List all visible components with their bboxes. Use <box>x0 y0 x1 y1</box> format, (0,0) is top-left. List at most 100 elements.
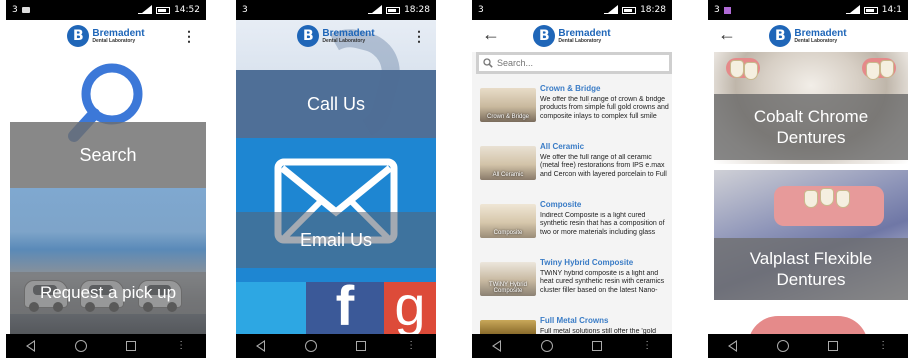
back-triangle-icon[interactable] <box>491 340 501 352</box>
screen-contact: 3 18:28 B Bremadent Dental Laboratory ⋮ C… <box>236 0 436 358</box>
product-thumbnail: All Ceramic <box>480 146 536 180</box>
search-tile[interactable]: Search <box>10 122 206 188</box>
tooth-shape <box>804 190 818 208</box>
logo-mark: B <box>769 25 792 47</box>
signal-icon <box>845 5 860 14</box>
tooth-shape <box>836 190 850 208</box>
status-time: 14:1 <box>881 5 902 15</box>
home-circle-icon[interactable] <box>776 340 789 352</box>
cobalt-label-line2: Dentures <box>776 128 846 147</box>
item-title: Composite <box>540 200 582 209</box>
logo-mark: B <box>533 25 556 47</box>
home-circle-icon[interactable] <box>304 340 317 352</box>
search-tile-label: Search <box>79 144 137 165</box>
status-bar: 3 18:28 <box>236 0 436 20</box>
app-header: B Bremadent Dental Laboratory ⋮ <box>6 20 206 52</box>
search-bar[interactable] <box>476 52 672 74</box>
app-header: B Bremadent Dental Laboratory ⋮ <box>236 20 436 52</box>
app-header: ← B Bremadent Dental Laboratory <box>708 20 908 52</box>
more-dots-icon[interactable]: ⋮ <box>878 341 888 351</box>
home-circle-icon[interactable] <box>74 340 87 352</box>
list-item[interactable]: Composite Composite Indirect Composite i… <box>472 196 672 254</box>
tooth-shape <box>744 62 758 80</box>
tooth-shape <box>866 62 880 80</box>
screen-dentures: 3 14:1 ← B Bremadent Dental Laboratory Co… <box>708 0 908 358</box>
search-input[interactable] <box>497 58 657 68</box>
logo-name: Bremadent <box>558 27 611 39</box>
item-title: Twiny Hybrid Composite <box>540 258 634 267</box>
home-circle-icon[interactable] <box>540 340 553 352</box>
signal-icon <box>368 5 383 14</box>
recent-apps-icon[interactable] <box>592 341 603 351</box>
app-header: ← B Bremadent Dental Laboratory <box>472 20 672 52</box>
list-item[interactable]: Crown & Bridge Crown & Bridge We offer t… <box>472 80 672 138</box>
recent-apps-icon[interactable] <box>828 341 839 351</box>
email-us-tile[interactable]: Email Us <box>236 212 436 268</box>
logo-name: Bremadent <box>794 27 847 39</box>
nav-bar: ⋮ <box>472 334 672 358</box>
signal-icon <box>604 5 619 14</box>
logo-mark: B <box>297 25 320 47</box>
item-description: We offer the full range of all ceramic (… <box>540 154 667 178</box>
social-row: f g <box>236 282 436 334</box>
pickup-tile-label: Request a pick up <box>39 283 177 302</box>
more-dots-icon[interactable]: ⋮ <box>176 341 186 351</box>
item-title: Crown & Bridge <box>540 84 601 93</box>
more-dots-icon[interactable]: ⋮ <box>642 341 652 351</box>
bremadent-logo: B Bremadent Dental Laboratory <box>297 25 375 47</box>
recent-apps-icon[interactable] <box>356 341 367 351</box>
logo-name: Bremadent <box>322 27 375 39</box>
valplast-label-line2: Dentures <box>776 270 846 289</box>
product-thumbnail: Crown & Bridge <box>480 88 536 122</box>
back-triangle-icon[interactable] <box>25 340 35 352</box>
item-description: Indirect Composite is a light cured synt… <box>540 212 665 236</box>
product-thumbnail: TWiNY Hybrid Composite <box>480 262 536 296</box>
image-notification-icon <box>21 7 30 13</box>
signal-icon <box>138 5 153 14</box>
search-icon <box>483 58 493 68</box>
item-description: We offer the full range of crown & bridg… <box>540 96 669 120</box>
bremadent-logo: B Bremadent Dental Laboratory <box>533 25 611 47</box>
list-item[interactable]: All Ceramic All Ceramic We offer the ful… <box>472 138 672 196</box>
pickup-tile[interactable]: Request a pick up <box>10 272 206 314</box>
valplast-tile[interactable]: Valplast Flexible Dentures <box>714 238 908 300</box>
list-item[interactable]: TWiNY Hybrid Composite Twiny Hybrid Comp… <box>472 254 672 312</box>
more-dots-icon[interactable]: ⋮ <box>406 341 416 351</box>
tooth-shape <box>730 60 744 78</box>
cobalt-chrome-tile[interactable]: Cobalt Chrome Dentures <box>714 94 908 160</box>
back-arrow-icon[interactable]: ← <box>482 24 500 45</box>
status-carrier: 3 <box>242 5 248 15</box>
nav-bar: ⋮ <box>708 334 908 358</box>
email-us-label: Email Us <box>299 229 372 250</box>
status-carrier: 3 <box>714 5 720 15</box>
item-title: Full Metal Crowns <box>540 316 609 325</box>
nav-bar: ⋮ <box>236 334 436 358</box>
more-vert-icon[interactable]: ⋮ <box>182 28 196 45</box>
battery-icon <box>386 6 401 14</box>
cobalt-label-line1: Cobalt Chrome <box>753 106 869 126</box>
screen-home: 3 14:52 B Bremadent Dental Laboratory ⋮ S… <box>6 0 206 358</box>
back-triangle-icon[interactable] <box>727 340 737 352</box>
status-bar: 3 14:1 <box>708 0 908 20</box>
item-description: TWiNY hybrid composite is a light and he… <box>540 270 665 294</box>
status-carrier: 3 <box>12 5 18 15</box>
app-notification-icon <box>723 6 731 14</box>
tooth-shape <box>880 60 894 78</box>
product-thumbnail: Composite <box>480 204 536 238</box>
recent-apps-icon[interactable] <box>126 341 137 351</box>
facebook-icon[interactable]: f <box>306 282 384 334</box>
status-time: 18:28 <box>640 5 666 15</box>
twitter-icon[interactable] <box>236 282 306 334</box>
google-plus-icon[interactable]: g <box>384 282 436 334</box>
more-vert-icon[interactable]: ⋮ <box>412 28 426 45</box>
bremadent-logo: B Bremadent Dental Laboratory <box>769 25 847 47</box>
item-title: All Ceramic <box>540 142 585 151</box>
back-arrow-icon[interactable]: ← <box>718 24 736 45</box>
status-time: 18:28 <box>404 5 430 15</box>
back-triangle-icon[interactable] <box>255 340 265 352</box>
battery-icon <box>863 6 878 14</box>
valplast-label-line1: Valplast Flexible <box>749 248 873 268</box>
screen-products: 3 18:28 ← B BremadentDental Laboratory C… <box>472 0 672 358</box>
status-time: 14:52 <box>174 5 200 15</box>
logo-mark: B <box>67 25 90 47</box>
